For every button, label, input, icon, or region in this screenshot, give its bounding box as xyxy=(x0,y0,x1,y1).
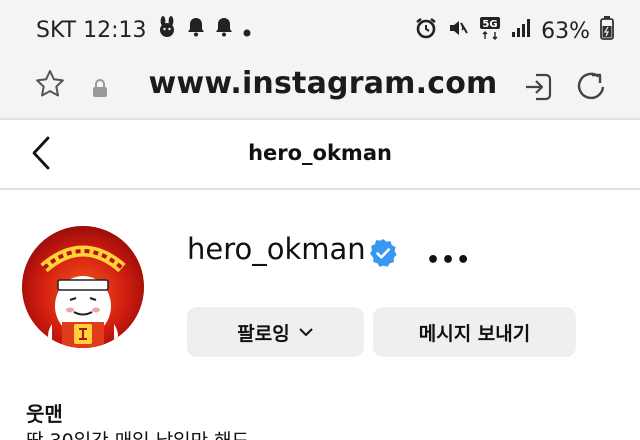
rabbit-icon xyxy=(157,16,177,44)
5g-icon: 5G xyxy=(479,16,501,46)
more-options-icon[interactable]: ••• xyxy=(426,248,471,273)
profile-username: hero_okman xyxy=(187,232,366,266)
send-message-button[interactable]: 메시지 보내기 xyxy=(373,307,576,357)
bell-icon xyxy=(187,17,205,43)
status-bar: SKT 12:13 5G 63% xyxy=(0,0,640,58)
alarm-icon xyxy=(415,17,437,45)
profile-display-name: 웃맨 xyxy=(26,402,63,426)
mute-icon xyxy=(447,17,469,45)
following-button-label: 팔로잉 xyxy=(237,322,290,345)
carrier-time: SKT 12:13 xyxy=(36,17,147,43)
header-title: hero_okman xyxy=(248,141,392,165)
enter-icon[interactable] xyxy=(522,71,554,107)
battery-percent: 63% xyxy=(541,18,590,44)
dot-icon xyxy=(243,18,251,43)
following-button[interactable]: 팔로잉 xyxy=(187,307,364,357)
header-divider xyxy=(0,188,640,190)
reload-icon[interactable] xyxy=(574,70,608,108)
svg-text:5G: 5G xyxy=(483,19,498,30)
send-message-label: 메시지 보내기 xyxy=(418,322,531,345)
profile-bio: 딱 30일간 매일 남일만 해도 xyxy=(26,426,249,440)
avatar[interactable] xyxy=(22,226,144,348)
bell-icon xyxy=(215,17,233,43)
browser-url-bar: www.instagram.com xyxy=(0,58,640,118)
battery-icon xyxy=(600,16,614,46)
avatar-illustration xyxy=(22,226,144,348)
verified-badge-icon xyxy=(368,238,398,272)
profile-header: hero_okman xyxy=(0,120,640,188)
chevron-down-icon xyxy=(298,321,314,343)
signal-icon xyxy=(511,18,531,44)
